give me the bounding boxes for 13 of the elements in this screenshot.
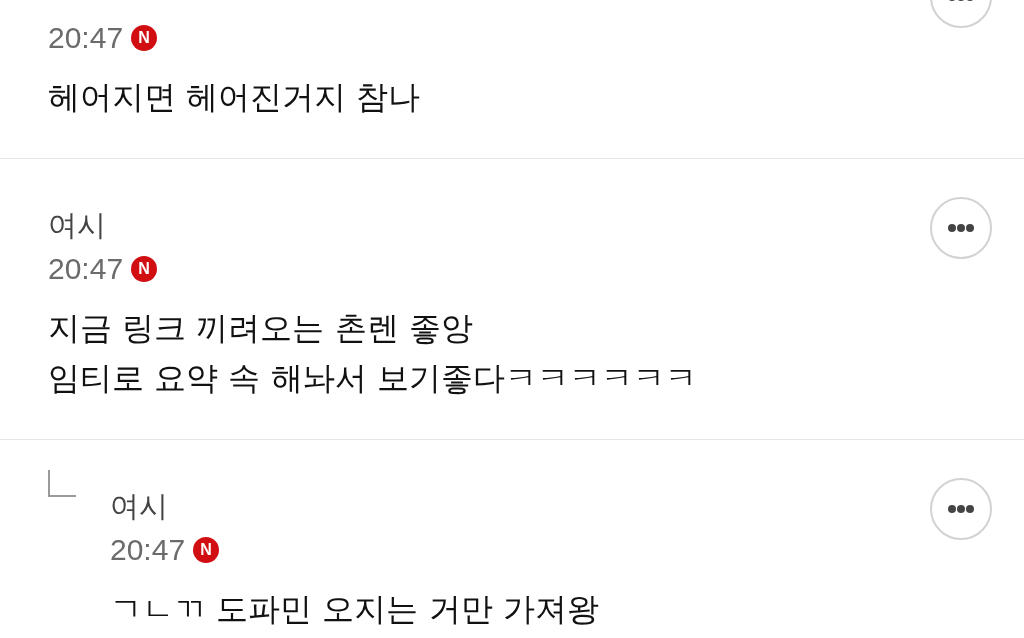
comment-time: 20:47 <box>48 251 124 287</box>
comment-time: 20:47 <box>48 20 124 56</box>
comment-text: ㄱㄴㄲ 도파민 오지는 거만 가져왕 <box>110 589 600 630</box>
author-name: 여시 <box>110 489 168 523</box>
new-badge: N <box>193 537 220 563</box>
more-icon <box>948 224 974 232</box>
comment-time: 20:47 <box>110 532 186 568</box>
new-badge: N <box>131 256 158 282</box>
new-badge: N <box>131 25 158 51</box>
author-name: 여시 <box>48 208 106 242</box>
comment-text: 지금 링크 끼려오는 촌렌 좋앙 임티로 요약 속 해놔서 보기좋다ㅋㅋㅋㅋㅋㅋ <box>48 308 698 399</box>
more-icon <box>948 505 974 513</box>
comment-text: 헤어지면 헤어진거지 참나 <box>48 77 422 118</box>
